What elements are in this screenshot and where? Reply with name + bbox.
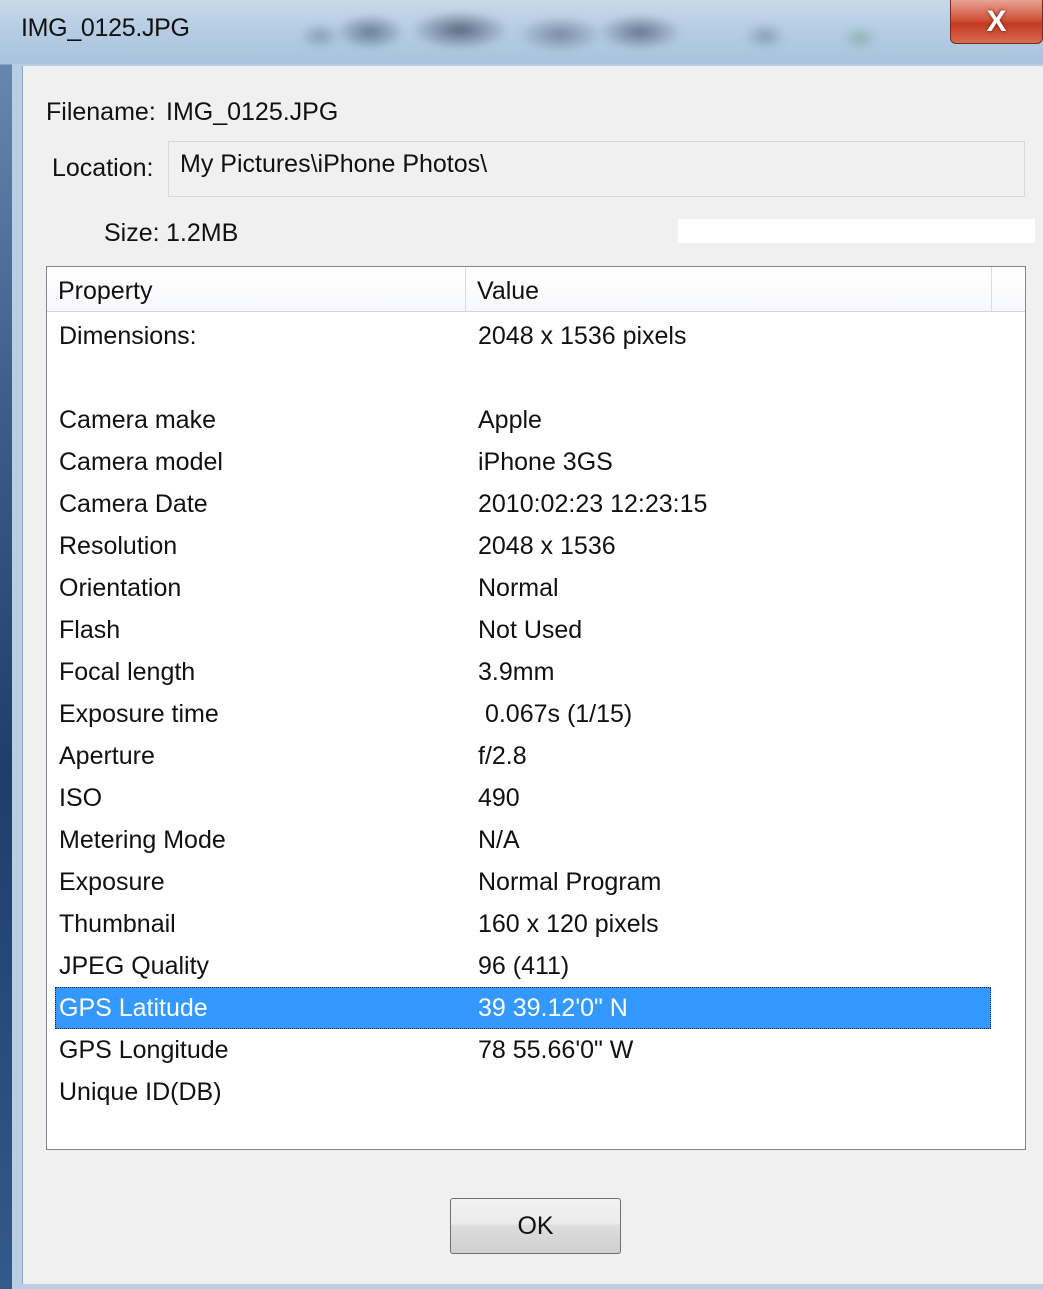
table-row[interactable]: Camera make Apple: [55, 399, 991, 441]
property-cell: ISO: [59, 784, 103, 812]
property-cell: Orientation: [59, 574, 182, 602]
table-row[interactable]: Flash Not Used: [55, 609, 991, 651]
property-cell: Unique ID(DB): [59, 1078, 222, 1106]
table-row[interactable]: Camera Date 2010:02:23 12:23:15: [55, 483, 991, 525]
properties-dialog: IMG_0125.JPG X Filename: IMG_0125.JPG Lo…: [0, 0, 1043, 1289]
table-row[interactable]: Metering Mode N/A: [55, 819, 991, 861]
column-header-property[interactable]: Property: [47, 267, 466, 311]
size-value: 1.2MB: [166, 219, 239, 247]
properties-list[interactable]: Property Value Dimensions: 2048 x 1536 pi…: [46, 266, 1026, 1150]
table-row[interactable]: [55, 357, 991, 399]
table-row[interactable]: Resolution 2048 x 1536: [55, 525, 991, 567]
value-cell: Apple: [478, 406, 542, 434]
table-row[interactable]: Orientation Normal: [55, 567, 991, 609]
property-cell: Camera model: [59, 448, 223, 476]
table-row[interactable]: Focal length 3.9mm: [55, 651, 991, 693]
size-label: Size:: [104, 219, 160, 247]
property-cell: Aperture: [59, 742, 155, 770]
location-field[interactable]: My Pictures\iPhone Photos\: [168, 141, 1025, 197]
location-label: Location:: [52, 154, 154, 182]
property-cell: GPS Latitude: [59, 994, 208, 1022]
value-cell: iPhone 3GS: [478, 448, 613, 476]
table-row[interactable]: GPS Longitude 78 55.66'0" W: [55, 1029, 991, 1071]
table-row[interactable]: Camera model iPhone 3GS: [55, 441, 991, 483]
property-cell: Resolution: [59, 532, 178, 560]
table-row[interactable]: ISO 490: [55, 777, 991, 819]
property-cell: Dimensions:: [59, 322, 197, 350]
value-cell: 96 (411): [478, 952, 570, 980]
close-icon: X: [986, 4, 1007, 38]
table-row[interactable]: Unique ID(DB): [55, 1071, 991, 1113]
value-cell: f/2.8: [478, 742, 527, 770]
window-left-edge: [0, 0, 12, 1289]
property-cell: Flash: [59, 616, 121, 644]
window-title: IMG_0125.JPG: [21, 14, 190, 42]
property-cell: Metering Mode: [59, 826, 226, 854]
value-cell: Normal: [478, 574, 559, 602]
property-cell: Exposure time: [59, 700, 219, 728]
table-row[interactable]: JPEG Quality 96 (411): [55, 945, 991, 987]
table-row[interactable]: Exposure Normal Program: [55, 861, 991, 903]
table-row[interactable]: Exposure time 0.067s (1/15): [55, 693, 991, 735]
property-cell: GPS Longitude: [59, 1036, 229, 1064]
table-row[interactable]: Thumbnail 160 x 120 pixels: [55, 903, 991, 945]
close-button[interactable]: X: [950, 0, 1043, 44]
value-cell: 2048 x 1536 pixels: [478, 322, 687, 350]
column-header-property-label: Property: [58, 277, 153, 305]
property-cell: Thumbnail: [59, 910, 176, 938]
title-bar-background-blur: [190, 6, 910, 58]
value-cell: 0.067s (1/15): [478, 700, 633, 728]
table-row[interactable]: Dimensions: 2048 x 1536 pixels: [55, 315, 991, 357]
value-cell: 3.9mm: [478, 658, 555, 686]
filename-label: Filename:: [46, 98, 156, 126]
value-cell: N/A: [478, 826, 520, 854]
value-cell: Normal Program: [478, 868, 662, 896]
value-cell: Not Used: [478, 616, 583, 644]
table-row-selected[interactable]: GPS Latitude 39 39.12'0" N: [55, 987, 991, 1029]
list-header: Property Value: [47, 267, 1025, 312]
column-header-value-label: Value: [477, 277, 540, 305]
property-cell: Camera make: [59, 406, 216, 434]
property-cell: Exposure: [59, 868, 165, 896]
value-cell: 2010:02:23 12:23:15: [478, 490, 708, 518]
title-bar[interactable]: IMG_0125.JPG X: [0, 0, 1043, 65]
property-cell: Focal length: [59, 658, 196, 686]
size-field: [678, 219, 1035, 243]
column-header-value[interactable]: Value: [466, 267, 992, 311]
value-cell: 78 55.66'0" W: [478, 1036, 634, 1064]
value-cell: 39 39.12'0" N: [478, 994, 628, 1022]
ok-button[interactable]: OK: [450, 1198, 621, 1254]
filename-value: IMG_0125.JPG: [166, 98, 339, 126]
value-cell: 160 x 120 pixels: [478, 910, 659, 938]
property-cell: Camera Date: [59, 490, 208, 518]
value-cell: 2048 x 1536: [478, 532, 616, 560]
property-cell: JPEG Quality: [59, 952, 210, 980]
table-row[interactable]: Aperture f/2.8: [55, 735, 991, 777]
value-cell: 490: [478, 784, 520, 812]
